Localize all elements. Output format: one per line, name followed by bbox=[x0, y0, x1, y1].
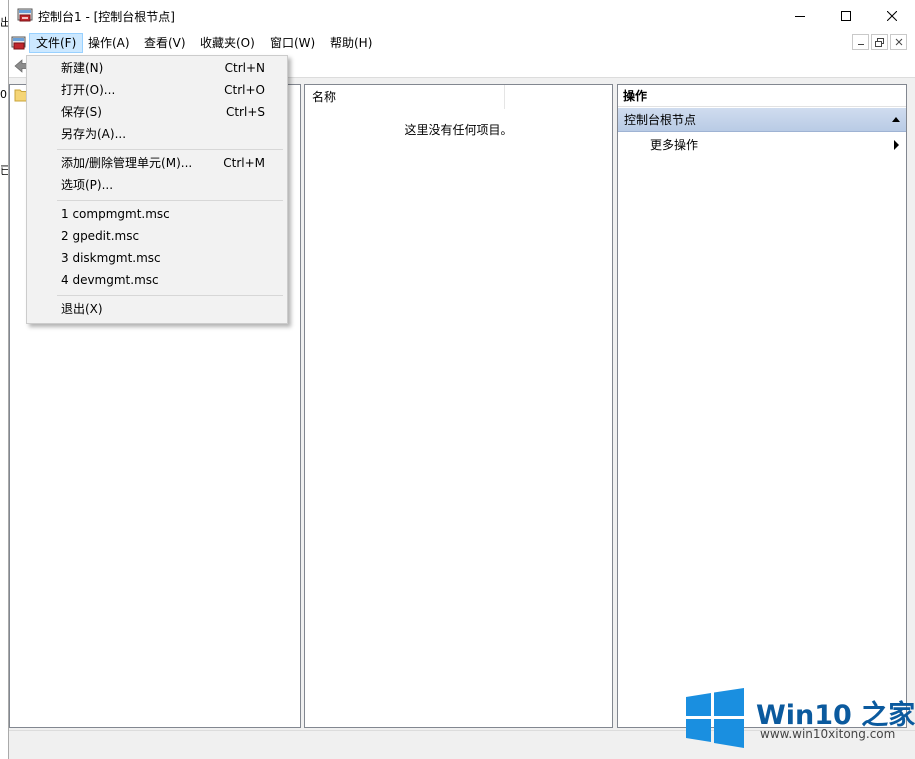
menu-item-label: 保存(S) bbox=[61, 105, 102, 119]
mdi-restore-button[interactable] bbox=[871, 34, 888, 50]
watermark-url: www.win10xitong.com bbox=[760, 727, 896, 741]
menu-item-exit[interactable]: 退出(X) bbox=[29, 298, 285, 320]
actions-header: 操作 bbox=[618, 85, 906, 107]
minimize-button[interactable] bbox=[777, 0, 823, 31]
menu-item-label: 4 devmgmt.msc bbox=[61, 273, 159, 287]
menu-separator bbox=[57, 295, 283, 296]
actions-group-label: 控制台根节点 bbox=[624, 113, 697, 127]
menu-item-shortcut: Ctrl+M bbox=[223, 156, 265, 170]
menu-bar: 文件(F) 操作(A) 查看(V) 收藏夹(O) 窗口(W) 帮助(H) bbox=[9, 32, 915, 54]
mdi-minimize-button[interactable] bbox=[852, 34, 869, 50]
menu-item-label: 添加/删除管理单元(M)... bbox=[61, 156, 193, 170]
menu-item-shortcut: Ctrl+O bbox=[224, 83, 265, 97]
desktop-fragment-3: 已 bbox=[0, 164, 8, 177]
collapse-triangle-icon[interactable] bbox=[892, 117, 900, 122]
menu-window[interactable]: 窗口(W) bbox=[264, 33, 321, 53]
more-actions-label: 更多操作 bbox=[650, 138, 699, 152]
menu-item-label: 退出(X) bbox=[61, 302, 103, 316]
close-button[interactable] bbox=[869, 0, 915, 31]
minimize-icon bbox=[795, 11, 805, 21]
close-icon bbox=[887, 10, 897, 21]
menu-file[interactable]: 文件(F) bbox=[29, 33, 84, 53]
menu-item-shortcut: Ctrl+S bbox=[225, 105, 265, 119]
menu-help[interactable]: 帮助(H) bbox=[324, 33, 378, 53]
menu-favorites[interactable]: 收藏夹(O) bbox=[194, 33, 261, 53]
minimize-icon bbox=[857, 44, 864, 45]
column-header-name[interactable]: 名称 bbox=[305, 85, 505, 109]
actions-pane: 操作 控制台根节点 更多操作 bbox=[617, 84, 907, 728]
windows-logo-icon bbox=[684, 688, 746, 748]
menu-item-options[interactable]: 选项(P)... bbox=[29, 174, 285, 196]
menu-separator bbox=[57, 200, 283, 201]
menu-item-shortcut: Ctrl+N bbox=[224, 61, 265, 75]
watermark: Win10 之家 www.win10xitong.com bbox=[678, 683, 915, 759]
maximize-icon bbox=[841, 10, 851, 21]
more-actions-item[interactable]: 更多操作 bbox=[618, 134, 906, 156]
menu-item-label: 另存为(A)... bbox=[61, 127, 127, 141]
menu-item-open[interactable]: 打开(O)... Ctrl+O bbox=[29, 79, 285, 101]
restore-icon bbox=[875, 37, 884, 47]
mdi-controls bbox=[852, 34, 907, 50]
submenu-arrow-icon bbox=[894, 140, 899, 150]
close-icon bbox=[895, 38, 902, 46]
menu-item-label: 1 compmgmt.msc bbox=[61, 207, 170, 221]
menu-item-label: 3 diskmgmt.msc bbox=[61, 251, 161, 265]
menu-item-new[interactable]: 新建(N) Ctrl+N bbox=[29, 57, 285, 79]
file-menu-dropdown: 新建(N) Ctrl+N 打开(O)... Ctrl+O 保存(S) Ctrl+… bbox=[26, 55, 288, 324]
maximize-button[interactable] bbox=[823, 0, 869, 31]
menu-item-recent-4[interactable]: 4 devmgmt.msc bbox=[29, 269, 285, 291]
results-pane[interactable]: 名称 这里没有任何项目。 bbox=[304, 84, 613, 728]
menu-item-save-as[interactable]: 另存为(A)... bbox=[29, 123, 285, 145]
menu-item-recent-1[interactable]: 1 compmgmt.msc bbox=[29, 203, 285, 225]
desktop-fragment-1: 出 bbox=[0, 16, 8, 29]
menu-item-add-remove-snapin[interactable]: 添加/删除管理单元(M)... Ctrl+M bbox=[29, 152, 285, 174]
menu-action[interactable]: 操作(A) bbox=[82, 33, 136, 53]
menu-item-label: 新建(N) bbox=[61, 61, 104, 75]
mmc-app-icon bbox=[17, 7, 34, 23]
menu-item-recent-3[interactable]: 3 diskmgmt.msc bbox=[29, 247, 285, 269]
window-title: 控制台1 - [控制台根节点] bbox=[38, 10, 175, 24]
menu-item-label: 2 gpedit.msc bbox=[61, 229, 140, 243]
menu-separator bbox=[57, 149, 283, 150]
menu-view[interactable]: 查看(V) bbox=[138, 33, 192, 53]
menu-item-label: 选项(P)... bbox=[61, 178, 114, 192]
console-icon[interactable] bbox=[11, 35, 27, 51]
title-bar[interactable]: 控制台1 - [控制台根节点] bbox=[9, 0, 915, 32]
menu-item-label: 打开(O)... bbox=[61, 83, 116, 97]
empty-message: 这里没有任何项目。 bbox=[404, 123, 513, 137]
desktop-fragment-2: 0 bbox=[0, 88, 7, 101]
mdi-close-button[interactable] bbox=[890, 34, 907, 50]
menu-item-recent-2[interactable]: 2 gpedit.msc bbox=[29, 225, 285, 247]
actions-group-root[interactable]: 控制台根节点 bbox=[618, 108, 906, 132]
menu-item-save[interactable]: 保存(S) Ctrl+S bbox=[29, 101, 285, 123]
